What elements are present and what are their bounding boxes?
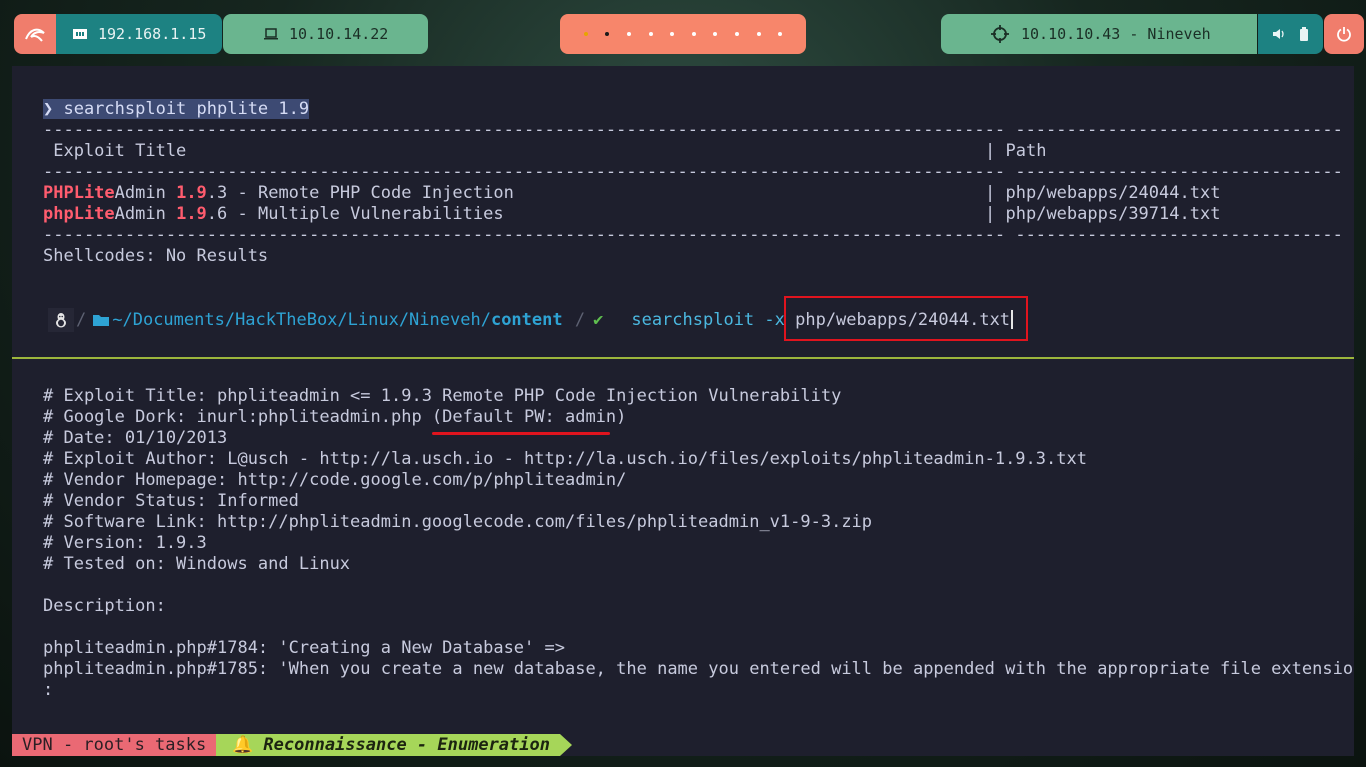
row-text: Admin (114, 204, 177, 224)
table-row: phpLiteAdmin 1.9.6 - Multiple Vulnerabil… (43, 204, 504, 225)
exploit-path: php/webapps/24044.txt (1005, 183, 1221, 203)
target-text: 10.10.10.43 - Nineveh (1021, 25, 1211, 43)
system-tray[interactable] (1258, 14, 1323, 54)
table-border: ----------------------------------------… (43, 225, 1343, 246)
os-segment (48, 308, 74, 332)
local-ip-text: 192.168.1.15 (98, 25, 207, 43)
output-line: # Vendor Status: Informed (43, 491, 299, 511)
match-text: 1.9 (176, 204, 207, 224)
command-line: ❯ searchsploit phplite 1.9 (43, 99, 310, 120)
workspace-dot[interactable] (713, 32, 718, 36)
session-label: VPN - root's tasks (12, 734, 217, 756)
row-sep: | (985, 204, 996, 224)
match-text: phpLite (43, 204, 115, 224)
vpn-ip-text: 10.10.14.22 (289, 25, 389, 43)
top-bar: 192.168.1.15 10.10.14.22 10.10.10.43 - N… (0, 14, 1366, 54)
row-text: .6 - Multiple Vulnerabilities (206, 204, 504, 224)
local-ip-indicator: 192.168.1.15 (56, 14, 222, 54)
output-line: # Exploit Author: L@usch - http://la.usc… (43, 449, 1087, 469)
kali-menu-button[interactable] (14, 14, 56, 54)
table-border: ----------------------------------------… (43, 120, 1343, 141)
task-text: Reconnaissance - Enumeration (263, 734, 550, 755)
output-line: Description: (43, 596, 166, 616)
exploit-path: php/webapps/39714.txt (1005, 204, 1221, 224)
workspace-dot[interactable] (670, 32, 675, 36)
pager-prompt[interactable]: : (43, 680, 53, 701)
output-line: phpliteadmin.php#1785: 'When you create … (43, 659, 1354, 679)
output-line: # Vendor Homepage: http://code.google.co… (43, 470, 627, 490)
row-text: .3 - Remote PHP Code Injection (206, 183, 514, 203)
workspace-dot[interactable] (605, 32, 610, 36)
header-sep: | (985, 141, 996, 161)
dash-left: ----------------------------------------… (43, 162, 1006, 182)
table-border: ----------------------------------------… (43, 162, 1343, 183)
check-icon: ✔ (593, 309, 604, 330)
workspace-switcher[interactable] (560, 14, 806, 54)
output-line: # Google Dork: inurl:phpliteadmin.php (D… (43, 407, 627, 427)
output-line: # Date: 01/10/2013 (43, 428, 228, 448)
shellcodes-line: Shellcodes: No Results (43, 246, 269, 266)
workspace-dot[interactable] (691, 32, 696, 36)
header-path-cell: | Path (985, 141, 1046, 162)
task-label: 🔔 Reconnaissance - Enumeration (216, 734, 560, 756)
header-path: Path (995, 141, 1047, 161)
powerline-arrow (559, 734, 572, 756)
dir-prefix: ~/Documents/HackTheBox/Linux/Nineveh/ (112, 309, 491, 330)
workspace-dot[interactable] (735, 32, 739, 36)
workspace-dot[interactable] (583, 32, 588, 36)
laptop-icon (264, 28, 278, 40)
pane-divider[interactable] (12, 357, 1354, 359)
row-path-cell: | php/webapps/24044.txt (985, 183, 1220, 204)
annotation-underline (432, 432, 610, 435)
header-title: Exploit Title (43, 141, 187, 161)
separator-icon: / (564, 309, 586, 330)
terminal-window[interactable]: ❯ searchsploit phplite 1.9 -------------… (12, 66, 1354, 756)
dir-current: content (490, 309, 563, 330)
power-button[interactable] (1324, 14, 1364, 54)
output-line: # Exploit Title: phpliteadmin <= 1.9.3 R… (43, 386, 842, 406)
kali-dragon-icon (25, 28, 45, 42)
separator-icon: / (76, 309, 87, 330)
workspace-dot[interactable] (626, 32, 631, 36)
workspace-dot[interactable] (756, 32, 761, 36)
bell-icon: 🔔 (232, 734, 254, 755)
volume-icon[interactable] (1272, 27, 1286, 41)
match-text: 1.9 (176, 183, 207, 203)
output-line: # Tested on: Windows and Linux (43, 554, 351, 574)
workspace-dot[interactable] (778, 32, 783, 36)
searchsploit-command: ❯ searchsploit phplite 1.9 (43, 99, 310, 119)
output-line: # Software Link: http://phpliteadmin.goo… (43, 512, 873, 532)
row-text: Admin (114, 183, 177, 203)
annotation-highlight-box (784, 296, 1028, 341)
ethernet-icon (73, 29, 87, 39)
dash-right: -------------------------------- (1015, 225, 1343, 245)
battery-icon[interactable] (1299, 27, 1309, 41)
dash-right: -------------------------------- (1015, 120, 1343, 140)
linux-penguin-icon (56, 313, 66, 328)
power-icon (1337, 27, 1351, 42)
vpn-ip-indicator: 10.10.14.22 (223, 14, 428, 54)
current-directory: ~/Documents/HackTheBox/Linux/Nineveh/con… (112, 310, 562, 331)
tmux-status-bar: VPN - root's tasks 🔔 Reconnaissance - En… (12, 734, 572, 756)
match-text: PHPLite (43, 183, 115, 203)
dash-left: ----------------------------------------… (43, 120, 1006, 140)
folder-icon (93, 315, 110, 326)
crosshair-icon (991, 25, 1009, 43)
output-line: phpliteadmin.php#1784: 'Creating a New D… (43, 638, 565, 658)
output-line: # Version: 1.9.3 (43, 533, 207, 553)
row-path-cell: | php/webapps/39714.txt (985, 204, 1220, 225)
workspace-dot[interactable] (648, 32, 653, 36)
dash-right: -------------------------------- (1015, 162, 1343, 182)
command-name: searchsploit -x (631, 309, 796, 330)
dash-left: ----------------------------------------… (43, 225, 1006, 245)
row-sep: | (985, 183, 996, 203)
table-header: Exploit Title (43, 141, 186, 162)
table-row: PHPLiteAdmin 1.9.3 - Remote PHP Code Inj… (43, 183, 514, 204)
target-indicator: 10.10.10.43 - Nineveh (941, 14, 1257, 54)
